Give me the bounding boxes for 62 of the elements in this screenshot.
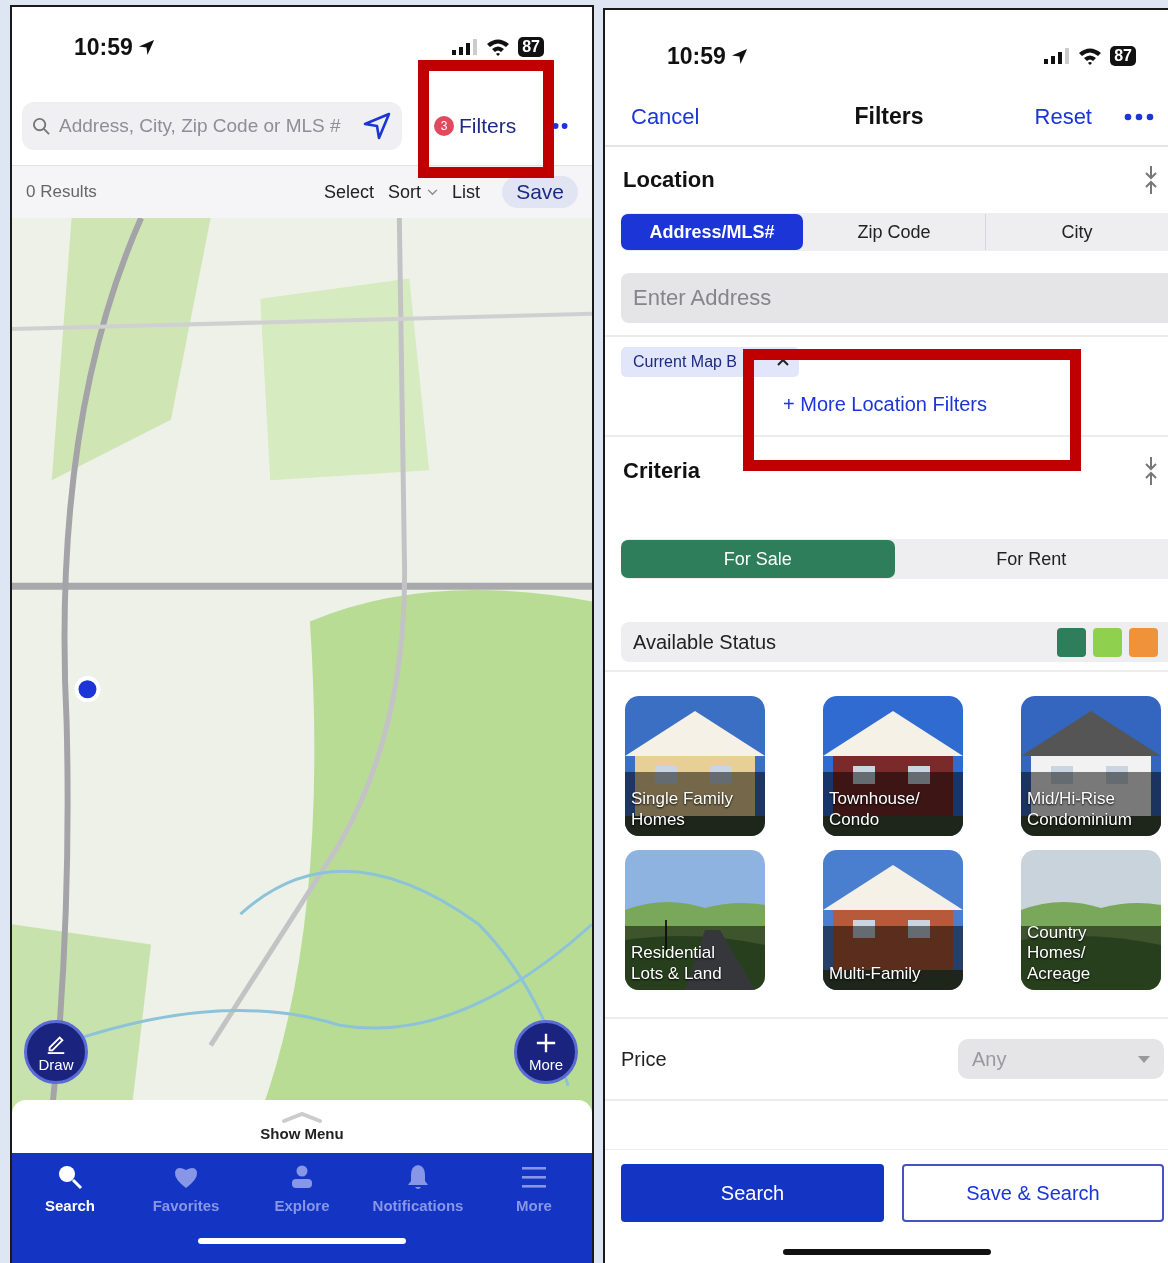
property-type-tile[interactable]: Country Homes/ Acreage xyxy=(1021,850,1161,990)
segment-tab[interactable]: City xyxy=(985,214,1168,250)
status-swatch[interactable] xyxy=(1129,627,1158,657)
chevron-up-icon[interactable] xyxy=(777,358,789,366)
tile-label: Townhouse/ Condo xyxy=(829,789,921,830)
property-type-tile[interactable]: Single Family Homes xyxy=(625,696,765,836)
battery-indicator: 87 xyxy=(1110,46,1136,66)
chevron-up-icon xyxy=(282,1111,322,1123)
screen-title: Filters xyxy=(854,103,924,130)
filters-button[interactable]: 3 Filters xyxy=(430,110,521,142)
toolbar-action[interactable]: List xyxy=(452,181,481,203)
status-swatch[interactable] xyxy=(1057,627,1086,657)
tile-label: Residential Lots & Land xyxy=(631,943,723,984)
tab-bar-item[interactable]: Search xyxy=(15,1163,125,1214)
reset-button[interactable]: Reset xyxy=(1034,103,1092,130)
sort-dropdown[interactable]: Sort xyxy=(388,181,439,203)
sort-arrows-icon[interactable] xyxy=(1144,165,1158,195)
save-search-button[interactable]: Save & Search xyxy=(902,1164,1164,1222)
search-field[interactable]: Address, City, Zip Code or MLS # xyxy=(22,102,402,150)
address-field[interactable]: Enter Address xyxy=(621,273,1168,323)
property-type-tile[interactable]: Townhouse/ Condo xyxy=(823,696,963,836)
status-time: 10:59 xyxy=(667,42,726,70)
plus-icon xyxy=(535,1031,557,1054)
segment-tab[interactable]: For Rent xyxy=(894,540,1168,578)
price-label: Price xyxy=(621,1047,667,1071)
more-icon[interactable] xyxy=(1124,112,1154,121)
more-location-filters-link[interactable]: + More Location Filters xyxy=(783,393,987,416)
wifi-icon xyxy=(1078,47,1103,65)
sort-arrows-icon[interactable] xyxy=(1144,456,1158,486)
chevron-down-icon xyxy=(427,188,439,196)
location-arrow-icon xyxy=(729,46,749,66)
save-button[interactable]: Save xyxy=(502,176,578,208)
search-input[interactable]: Address, City, Zip Code or MLS # xyxy=(57,114,356,138)
segment-tab[interactable]: For Sale xyxy=(621,540,895,578)
status-label: Available Status xyxy=(633,630,777,654)
location-arrow-icon xyxy=(136,37,156,57)
cancel-button[interactable]: Cancel xyxy=(631,103,700,130)
results-count: 0 Results xyxy=(26,182,97,202)
search-icon xyxy=(56,1163,84,1191)
wifi-icon xyxy=(486,38,511,56)
segment-tab[interactable]: Address/MLS# xyxy=(621,214,803,250)
signal-icon xyxy=(1044,48,1071,64)
property-type-tile[interactable]: Residential Lots & Land xyxy=(625,850,765,990)
section-title: Criteria xyxy=(622,458,701,484)
property-type-tile[interactable]: Multi-Family xyxy=(823,850,963,990)
search-button[interactable]: Search xyxy=(621,1164,884,1222)
battery-indicator: 87 xyxy=(518,37,544,57)
segment-tab[interactable]: Zip Code xyxy=(803,214,985,250)
tile-label: Country Homes/ Acreage xyxy=(1027,922,1092,984)
caret-icon xyxy=(1138,1055,1150,1063)
section-title: Location xyxy=(622,167,715,193)
tile-label: Single Family Homes xyxy=(631,789,735,830)
status-swatch[interactable] xyxy=(1093,627,1122,657)
show-menu-label: Show Menu xyxy=(260,1125,344,1142)
search-icon xyxy=(32,116,51,136)
filter-count-badge: 3 xyxy=(434,116,454,136)
navigation-arrow-icon[interactable] xyxy=(362,111,392,141)
tile-label: Multi-Family xyxy=(829,963,922,984)
status-time: 10:59 xyxy=(74,33,133,61)
status-row[interactable]: Available Status xyxy=(621,622,1168,662)
toolbar-action[interactable]: Select xyxy=(324,181,375,203)
signal-icon xyxy=(452,39,479,55)
